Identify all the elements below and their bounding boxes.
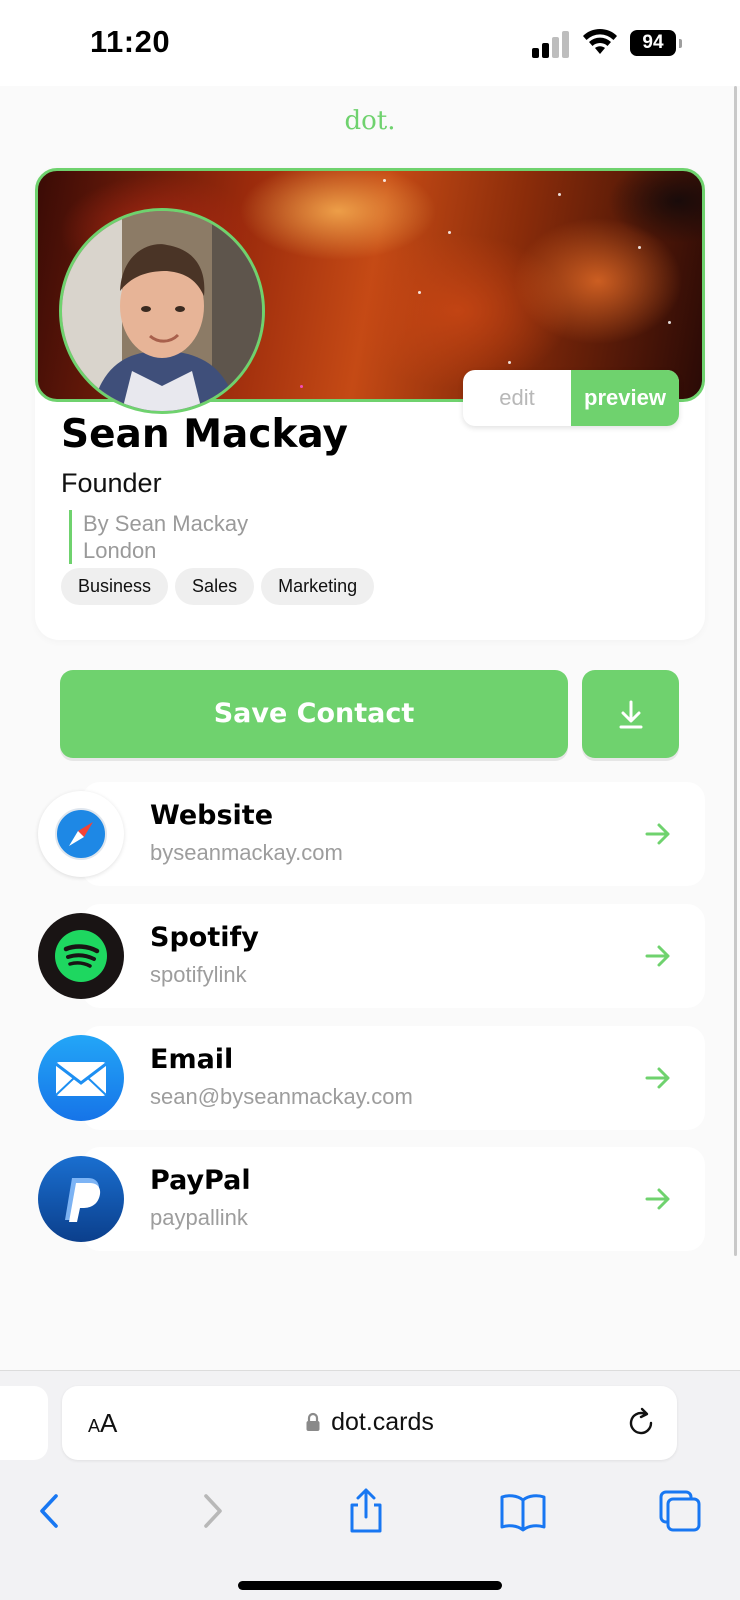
status-time: 11:20 [90, 24, 171, 59]
arrow-right-icon [645, 823, 670, 845]
url-text: dot.cards [331, 1408, 434, 1436]
tag-chip: Business [61, 568, 169, 605]
link-title: Website [150, 800, 274, 831]
share-icon[interactable] [341, 1486, 391, 1536]
link-spotify[interactable]: Spotify spotifylink [38, 904, 705, 1008]
cellular-signal-icon [532, 30, 572, 58]
url-display[interactable]: dot.cards [62, 1408, 677, 1437]
save-contact-button[interactable]: Save Contact [60, 670, 568, 758]
link-title: Spotify [150, 922, 259, 953]
previous-tab-preview[interactable] [0, 1386, 48, 1460]
address-bar[interactable]: AA dot.cards [62, 1386, 677, 1460]
profile-tags: Business Sales Marketing [61, 568, 375, 605]
link-subtitle: paypallink [150, 1205, 248, 1230]
scrollbar[interactable] [734, 86, 737, 1256]
tabs-icon[interactable] [655, 1486, 705, 1536]
profile-meta: By Sean Mackay London [69, 510, 248, 564]
page-content[interactable]: dot. edit preview Sean Mackay Founder By… [0, 86, 740, 1370]
download-icon [619, 700, 643, 729]
safari-compass-icon [38, 791, 124, 877]
back-icon[interactable] [26, 1486, 76, 1536]
profile-name: Sean Mackay [61, 412, 348, 457]
link-title: PayPal [150, 1165, 251, 1196]
forward-icon[interactable] [186, 1486, 236, 1536]
browser-toolbar: AA dot.cards [0, 1370, 740, 1600]
link-subtitle: sean@byseanmackay.com [150, 1084, 413, 1109]
mail-envelope-icon [38, 1035, 124, 1121]
link-website[interactable]: Website byseanmackay.com [38, 782, 705, 886]
battery-level: 94 [630, 30, 676, 56]
lock-icon [306, 1412, 320, 1431]
tag-chip: Marketing [261, 568, 375, 605]
arrow-right-icon [645, 945, 670, 967]
arrow-right-icon [645, 1067, 670, 1089]
preview-mode-button[interactable]: preview [571, 370, 679, 426]
tag-chip: Sales [175, 568, 255, 605]
arrow-right-icon [645, 1188, 670, 1210]
download-button[interactable] [582, 670, 679, 758]
paypal-icon [38, 1156, 124, 1242]
link-subtitle: spotifylink [150, 962, 247, 987]
battery-indicator: 94 [630, 30, 682, 56]
link-title: Email [150, 1044, 234, 1075]
profile-avatar [59, 208, 265, 414]
reload-icon[interactable] [625, 1406, 657, 1438]
edit-mode-button[interactable]: edit [463, 370, 571, 426]
home-indicator[interactable] [238, 1581, 502, 1590]
wifi-icon [582, 28, 618, 56]
edit-preview-toggle[interactable]: edit preview [463, 370, 679, 426]
brand-logo[interactable]: dot. [0, 106, 740, 136]
spotify-icon [38, 913, 124, 999]
link-email[interactable]: Email sean@byseanmackay.com [38, 1026, 705, 1130]
bookmarks-icon[interactable] [498, 1486, 548, 1536]
profile-role: Founder [61, 468, 162, 498]
profile-byline: By Sean Mackay [83, 511, 249, 536]
profile-location: London [83, 538, 157, 563]
status-bar: 11:20 94 [0, 0, 740, 86]
link-paypal[interactable]: PayPal paypallink [38, 1147, 705, 1251]
profile-card: edit preview Sean Mackay Founder By Sean… [35, 168, 705, 640]
link-subtitle: byseanmackay.com [150, 840, 343, 865]
